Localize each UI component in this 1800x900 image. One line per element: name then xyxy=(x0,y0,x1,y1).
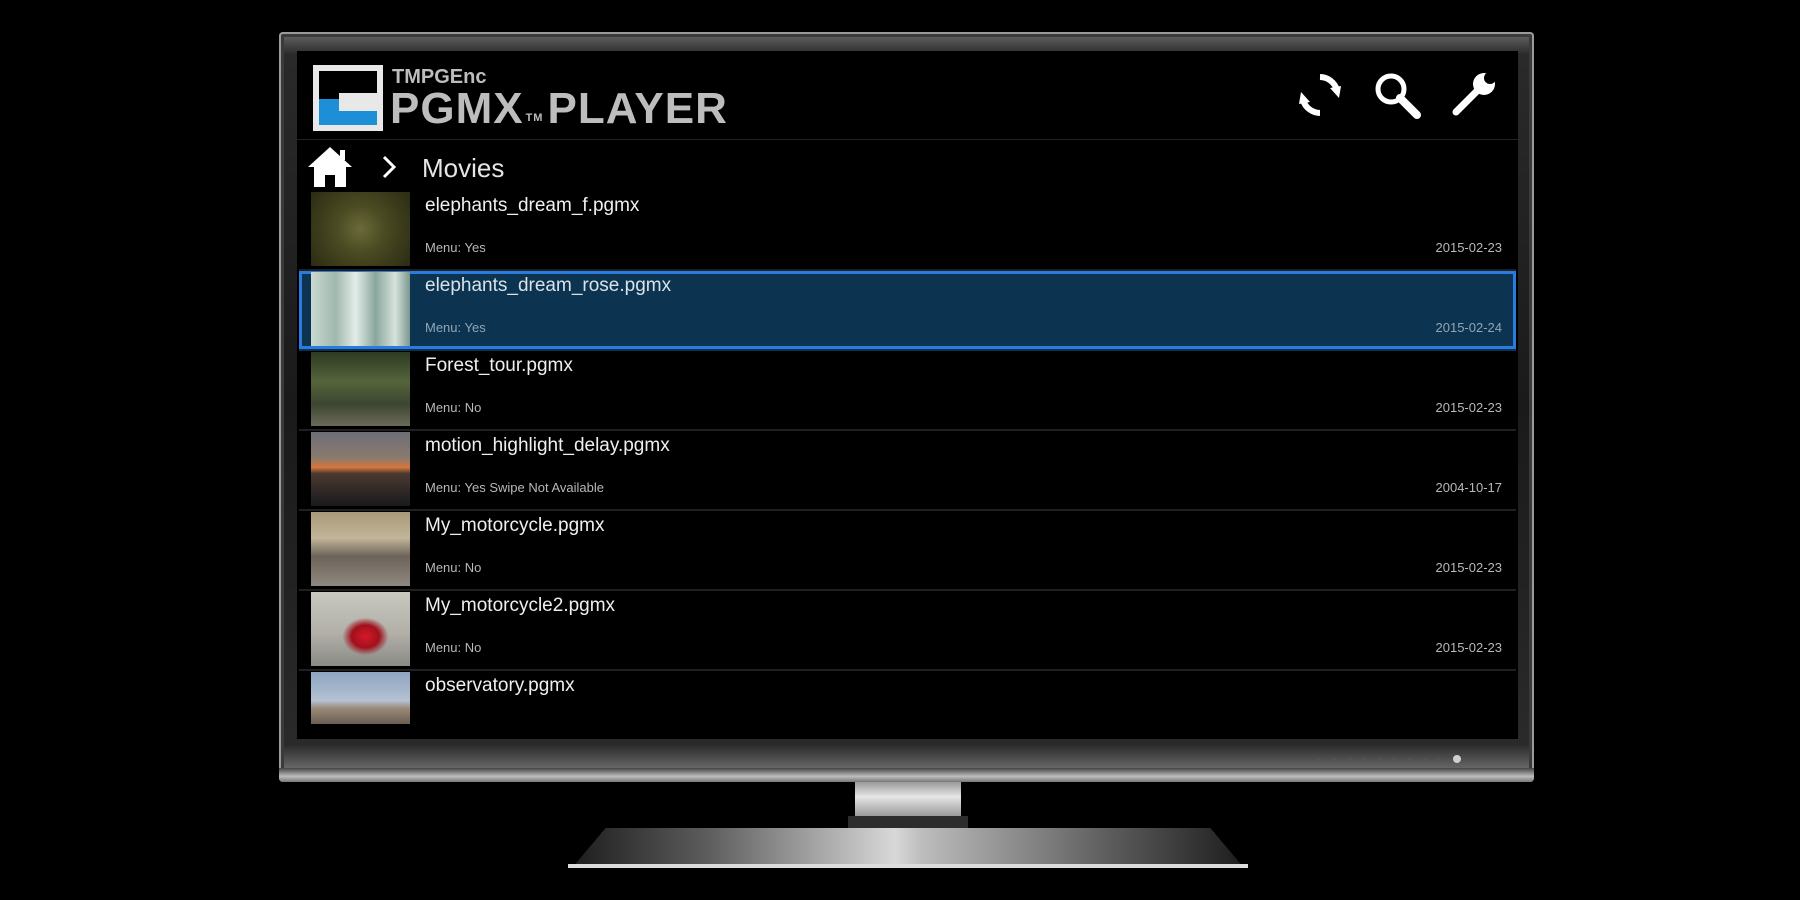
file-thumbnail xyxy=(311,352,410,426)
file-menu-info: Menu: Yes xyxy=(425,320,486,335)
tv-stand-base xyxy=(572,828,1244,868)
file-date: 2015-02-23 xyxy=(1435,640,1503,655)
chevron-right-icon xyxy=(382,155,397,179)
file-row-selected[interactable]: elephants_dream_rose.pgmx Menu: Yes 2015… xyxy=(299,271,1516,351)
file-name: elephants_dream_f.pgmx xyxy=(425,195,640,216)
file-date: 2004-10-17 xyxy=(1435,480,1503,495)
file-name: elephants_dream_rose.pgmx xyxy=(425,275,672,296)
brand-title: PGMX TMPLAYER xyxy=(390,84,728,134)
home-icon[interactable] xyxy=(307,145,353,189)
breadcrumb-current: Movies xyxy=(422,153,505,183)
file-date: 2015-02-23 xyxy=(1435,400,1503,415)
search-icon xyxy=(1375,73,1421,119)
file-thumbnail xyxy=(311,512,410,586)
file-date: 2015-02-23 xyxy=(1435,560,1503,575)
file-date: 2015-02-23 xyxy=(1435,240,1503,255)
tv-indicator-dots xyxy=(1318,755,1461,763)
file-row[interactable]: observatory.pgmx xyxy=(299,671,1516,739)
file-name: My_motorcycle.pgmx xyxy=(425,515,605,536)
file-menu-info: Menu: No xyxy=(425,640,482,655)
file-list: elephants_dream_f.pgmx Menu: Yes 2015-02… xyxy=(297,191,1518,739)
tv-stand-edge xyxy=(568,864,1248,868)
file-name: My_motorcycle2.pgmx xyxy=(425,595,616,616)
file-name: motion_highlight_delay.pgmx xyxy=(425,435,670,456)
file-row[interactable]: My_motorcycle2.pgmx Menu: No 2015-02-23 xyxy=(299,591,1516,671)
breadcrumb: Movies xyxy=(297,139,1518,191)
file-name: Forest_tour.pgmx xyxy=(425,355,573,376)
file-thumbnail xyxy=(311,672,410,724)
file-thumbnail xyxy=(311,592,410,666)
app-header: TMPGEnc PGMX TMPLAYER xyxy=(297,51,1518,140)
file-name: observatory.pgmx xyxy=(425,675,575,696)
file-date: 2015-02-24 xyxy=(1435,320,1503,335)
brand-title-player: PLAYER xyxy=(547,84,728,133)
tv-mockup: TMPGEnc PGMX TMPLAYER Movies elephants_d… xyxy=(0,0,1800,900)
tv-stand-joint xyxy=(848,816,968,830)
brand-trademark: TM xyxy=(525,112,544,124)
file-thumbnail xyxy=(311,192,410,266)
file-thumbnail xyxy=(311,432,410,506)
file-row[interactable]: elephants_dream_f.pgmx Menu: Yes 2015-02… xyxy=(299,191,1516,271)
app-logo xyxy=(313,65,383,131)
app-screen: TMPGEnc PGMX TMPLAYER Movies elephants_d… xyxy=(297,51,1518,739)
settings-button[interactable] xyxy=(1443,65,1503,125)
file-row[interactable]: Forest_tour.pgmx Menu: No 2015-02-23 xyxy=(299,351,1516,431)
file-menu-info: Menu: Yes xyxy=(425,240,486,255)
file-row[interactable]: motion_highlight_delay.pgmx Menu: Yes Sw… xyxy=(299,431,1516,511)
wrench-icon xyxy=(1452,72,1496,116)
file-menu-info: Menu: No xyxy=(425,400,482,415)
refresh-button[interactable] xyxy=(1290,65,1350,125)
refresh-icon xyxy=(1299,74,1341,116)
file-row[interactable]: My_motorcycle.pgmx Menu: No 2015-02-23 xyxy=(299,511,1516,591)
tv-bezel-bottom xyxy=(279,768,1534,782)
file-menu-info: Menu: Yes Swipe Not Available xyxy=(425,480,604,495)
search-button[interactable] xyxy=(1367,65,1427,125)
file-thumbnail xyxy=(311,272,410,346)
brand-title-main: PGMX xyxy=(390,84,524,133)
file-menu-info: Menu: No xyxy=(425,560,482,575)
